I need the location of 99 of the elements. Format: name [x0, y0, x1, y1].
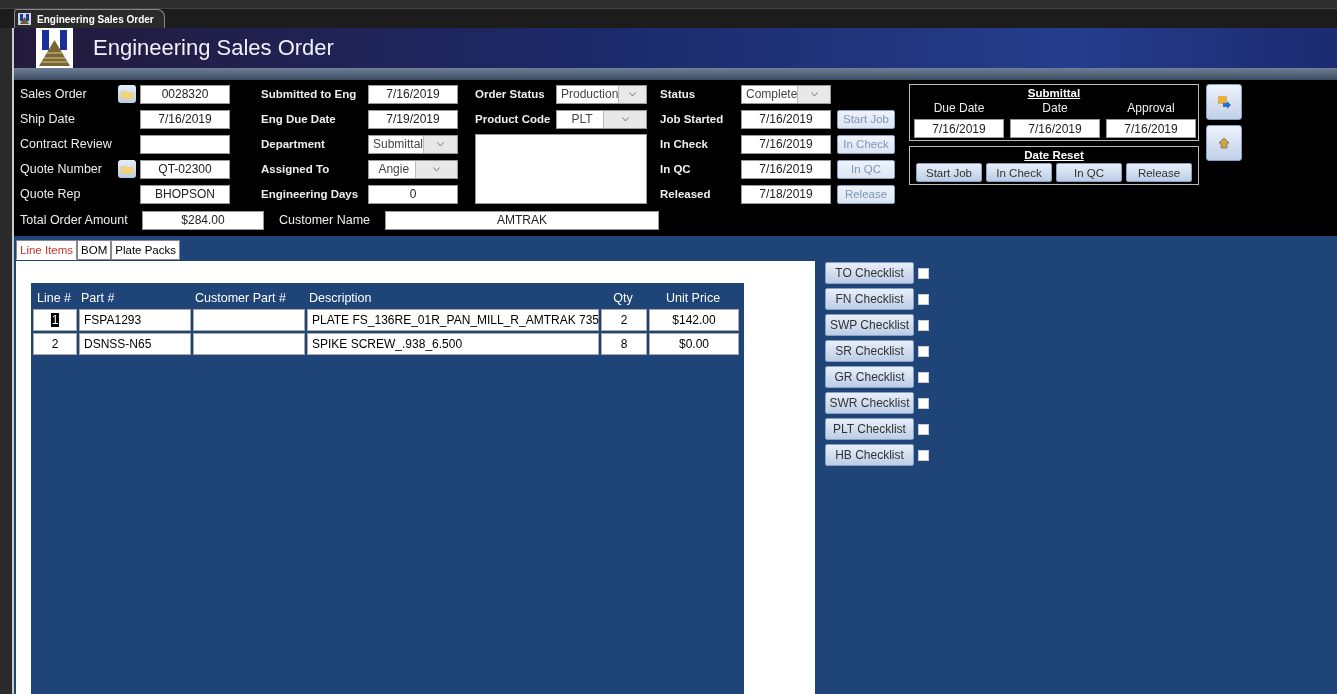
reset-button[interactable]: Start Job [916, 163, 982, 182]
table-cell: 1 [33, 309, 77, 331]
caret-icon [423, 135, 457, 153]
field-label: Assigned To [261, 163, 331, 175]
column-header: Part # [80, 291, 116, 305]
home-icon [1218, 137, 1230, 149]
input-field[interactable]: BHOPSON [140, 184, 230, 204]
field-label: Total Order Amount [20, 213, 129, 227]
field-label: Customer Name [279, 213, 371, 227]
field-label: Order Status [475, 88, 546, 100]
dropdown-field[interactable]: Complete [741, 84, 831, 104]
date-field[interactable]: 7/16/2019 [1010, 119, 1100, 138]
checklist-button[interactable]: GR Checklist [825, 366, 914, 388]
field-label: Sales Order [20, 87, 88, 101]
reset-button[interactable]: Release [1126, 163, 1192, 182]
checklist-button[interactable]: SWP Checklist [825, 314, 914, 336]
column-label: Due Date [933, 101, 985, 115]
input-field[interactable] [140, 134, 230, 154]
input-field[interactable]: 7/16/2019 [368, 84, 458, 104]
column-label: Approval [1127, 101, 1175, 115]
dropdown-field[interactable]: Angie [368, 159, 458, 179]
table-cell: FSPA1293 [79, 309, 191, 331]
export-button[interactable] [1206, 84, 1242, 120]
form-icon [18, 13, 31, 25]
checkbox[interactable] [918, 319, 929, 331]
export-icon [1217, 95, 1231, 109]
logo-icon [36, 28, 73, 68]
table-cell: 8 [601, 333, 647, 355]
checklist-button[interactable]: PLT Checklist [825, 418, 914, 440]
field-label: Product Code [475, 113, 552, 125]
checkbox[interactable] [918, 423, 929, 435]
panel-title: Date Reset [1024, 149, 1084, 161]
field-label: Submitted to Eng [261, 88, 358, 100]
tab[interactable]: Plate Packs [111, 240, 180, 260]
reset-button[interactable]: In QC [1056, 163, 1122, 182]
input-field[interactable]: $284.00 [142, 210, 264, 230]
column-header: Customer Part # [194, 291, 287, 305]
document-tab[interactable]: Engineering Sales Order [14, 9, 165, 28]
checkbox[interactable] [918, 397, 929, 409]
field-label: In QC [660, 163, 692, 175]
column-label: Date [1042, 101, 1068, 115]
caret-icon [414, 160, 457, 178]
checklist-button[interactable]: SR Checklist [825, 340, 914, 362]
column-header: Description [308, 291, 373, 305]
notes-field[interactable] [475, 134, 647, 204]
table-cell: 2 [601, 309, 647, 331]
table-cell: $142.00 [649, 309, 739, 331]
table-cell: PLATE FS_136RE_01R_PAN_MILL_R_AMTRAK 735 [307, 309, 599, 331]
column-header: Unit Price [664, 291, 722, 305]
input-field[interactable]: 0 [368, 184, 458, 204]
form-title: Engineering Sales Order [93, 35, 334, 61]
table-cell: DSNSS-N65 [79, 333, 191, 355]
reset-button[interactable]: In Check [986, 163, 1052, 182]
checkbox[interactable] [918, 345, 929, 357]
folder-icon [121, 164, 133, 174]
input-field[interactable]: 7/16/2019 [140, 109, 230, 129]
input-field[interactable]: AMTRAK [385, 210, 659, 230]
caret-icon [603, 110, 646, 128]
tab[interactable]: BOM [77, 240, 112, 260]
field-label: Quote Number [20, 162, 103, 176]
table-cell: 2 [33, 333, 77, 355]
column-header: Qty [612, 291, 634, 305]
field-label: Department [261, 138, 326, 150]
caret-icon [618, 85, 646, 103]
folder-button[interactable] [118, 160, 136, 178]
field-label: Contract Review [20, 137, 113, 151]
field-label: Ship Date [20, 112, 76, 126]
dropdown-field[interactable]: Production [556, 84, 647, 104]
checkbox[interactable] [918, 267, 929, 279]
dropdown-field[interactable]: PLT [556, 109, 647, 129]
input-field[interactable]: 0028320 [140, 84, 230, 104]
checklist-button[interactable]: HB Checklist [825, 444, 914, 466]
field-label: In Check [660, 138, 709, 150]
checklist-button[interactable]: TO Checklist [825, 262, 914, 284]
table-cell: $0.00 [649, 333, 739, 355]
tab[interactable]: Line Items [16, 240, 78, 260]
table-cell: SPIKE SCREW_.938_6.500 [307, 333, 599, 355]
field-label: Engineering Days [261, 188, 360, 200]
checkbox[interactable] [918, 371, 929, 383]
input-field[interactable]: QT-02300 [140, 159, 230, 179]
checkbox[interactable] [918, 449, 929, 461]
panel-title: Submittal [1027, 87, 1081, 99]
checklist-button[interactable]: SWR Checklist [825, 392, 914, 414]
input-field[interactable]: 7/19/2019 [368, 109, 458, 129]
date-field[interactable]: 7/16/2019 [1106, 119, 1196, 138]
folder-button[interactable] [118, 85, 136, 103]
caret-icon [797, 85, 830, 103]
field-label: Quote Rep [20, 187, 82, 201]
field-label: Eng Due Date [261, 113, 337, 125]
home-button[interactable] [1206, 125, 1242, 161]
field-label: Status [660, 88, 697, 100]
dropdown-field[interactable]: Submittal [368, 134, 458, 154]
date-field[interactable]: 7/16/2019 [914, 119, 1004, 138]
field-label: Released [660, 188, 712, 200]
checklist-button[interactable]: FN Checklist [825, 288, 914, 310]
field-label: Job Started [660, 113, 725, 125]
folder-icon [121, 89, 133, 99]
checkbox[interactable] [918, 293, 929, 305]
column-header: Line # [35, 291, 73, 305]
